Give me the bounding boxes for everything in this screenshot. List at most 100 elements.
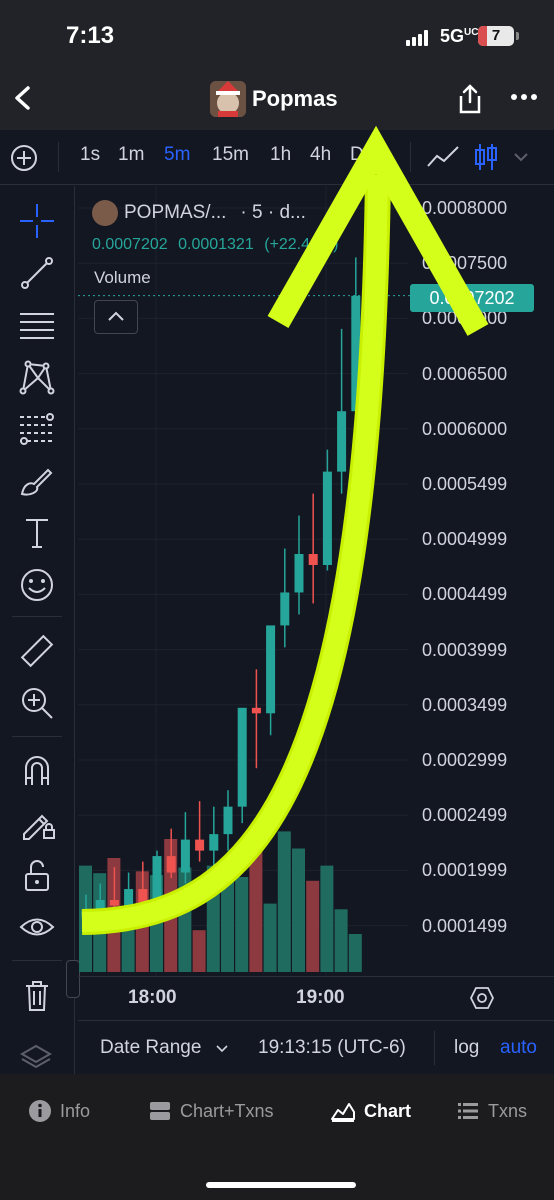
drawing-toolbar xyxy=(0,186,75,1074)
tab-info[interactable]: Info xyxy=(28,1098,90,1124)
candle-body xyxy=(266,625,276,714)
volume-bar xyxy=(221,859,234,972)
share-icon[interactable] xyxy=(456,84,484,114)
unlock-icon[interactable] xyxy=(18,856,56,894)
interval-1h[interactable]: 1h xyxy=(270,144,291,166)
tab-chart[interactable]: Chart xyxy=(330,1098,411,1124)
back-icon[interactable] xyxy=(10,84,38,112)
price-axis-label: 0.0008000 xyxy=(422,198,508,218)
interval-4h[interactable]: 4h xyxy=(310,144,331,166)
trend-line-icon[interactable] xyxy=(18,254,56,292)
time-label: 19:00 xyxy=(296,987,345,1008)
chevron-up-icon xyxy=(108,311,124,321)
volume-bar xyxy=(334,909,348,972)
fib-icon[interactable] xyxy=(18,410,56,448)
volume-bar xyxy=(206,865,220,972)
nav-bar: Popmas xyxy=(0,70,554,130)
candle-body xyxy=(124,889,134,906)
candle-body xyxy=(223,806,233,835)
token-header: Popmas xyxy=(210,80,338,118)
price-axis-label: 0.0004999 xyxy=(422,529,508,550)
add-indicator-icon[interactable] xyxy=(10,144,38,172)
chevron-down-icon[interactable] xyxy=(514,152,528,162)
interval-15m[interactable]: 15m xyxy=(212,144,249,166)
interval-5m[interactable]: 5m xyxy=(164,144,190,166)
trash-icon[interactable] xyxy=(18,976,56,1014)
volume-bar xyxy=(306,880,320,972)
candle-body xyxy=(95,900,105,912)
price-axis-label: 0.0004499 xyxy=(422,584,508,605)
interval-d[interactable]: D xyxy=(350,144,364,166)
chart-txns-icon xyxy=(150,1102,170,1120)
token-avatar xyxy=(210,81,246,117)
layers-icon[interactable] xyxy=(20,1044,52,1070)
interval-1m[interactable]: 1m xyxy=(118,144,144,166)
volume-bar xyxy=(249,842,263,972)
tab-label: Info xyxy=(60,1100,91,1121)
network-type: 5GUC xyxy=(440,26,479,46)
candle-body xyxy=(152,856,162,903)
chart-bottom-bar: Date Range 19:13:15 (UTC-6) log auto xyxy=(78,1020,554,1075)
battery-level: 7 xyxy=(491,27,501,44)
volume-bar xyxy=(263,903,277,972)
eye-icon[interactable] xyxy=(18,908,56,946)
volume-bar xyxy=(235,877,249,972)
price-axis-label: 0.0006500 xyxy=(422,363,508,384)
tab-txns[interactable]: Txns xyxy=(456,1098,527,1124)
candle-body xyxy=(308,554,318,565)
tab-label: Chart xyxy=(364,1100,412,1121)
tab-chart-txns[interactable]: Chart+Txns xyxy=(148,1098,274,1124)
candle-body xyxy=(81,911,91,917)
magnet-icon[interactable] xyxy=(18,752,56,790)
log-scale-toggle[interactable]: log xyxy=(454,1037,479,1059)
price-axis-label: 0.0007500 xyxy=(422,253,508,274)
crosshair-icon[interactable] xyxy=(18,202,56,240)
interval-1s[interactable]: 1s xyxy=(80,144,100,166)
tab-label: Txns xyxy=(488,1100,528,1121)
date-range-button[interactable]: Date Range xyxy=(100,1037,201,1059)
candle-body xyxy=(351,295,361,412)
legend-interval: · 5 · d... xyxy=(240,202,306,223)
candle-body xyxy=(237,707,247,807)
legend-values: 0.0007202 0.0001321 (+22.46%) xyxy=(92,236,338,254)
candle-body xyxy=(195,839,205,851)
pattern-icon[interactable] xyxy=(18,358,56,396)
price-axis-label: 0.0002999 xyxy=(422,750,508,770)
price-axis-label: 0.0006000 xyxy=(422,418,508,439)
legend-token-icon xyxy=(92,200,118,226)
chart-area-icon xyxy=(331,1103,355,1122)
auto-scale-toggle[interactable]: auto xyxy=(500,1037,537,1059)
collapse-legend-button[interactable] xyxy=(94,300,138,334)
candles-icon[interactable] xyxy=(474,142,498,172)
more-icon[interactable] xyxy=(510,92,538,102)
volume-bar xyxy=(192,930,206,972)
emoji-icon[interactable] xyxy=(18,566,56,604)
price-axis-label: 0.0003499 xyxy=(422,694,508,715)
volume-bar xyxy=(320,865,334,972)
ruler-icon[interactable] xyxy=(18,632,56,670)
volume-label: Volume xyxy=(94,268,151,287)
volume-bar xyxy=(292,848,305,972)
legend-change: 0.0001321 xyxy=(178,236,254,253)
tab-label: Chart+Txns xyxy=(180,1100,274,1121)
timezone-clock[interactable]: 19:13:15 (UTC-6) xyxy=(258,1037,406,1059)
price-axis-label: 0.0005499 xyxy=(422,474,508,494)
candle-body xyxy=(280,592,290,626)
lock-drawing-icon[interactable] xyxy=(18,804,56,842)
candle-body xyxy=(180,839,190,873)
settings-icon[interactable] xyxy=(470,986,494,1010)
line-chart-icon[interactable] xyxy=(426,144,460,170)
horizontal-lines-icon[interactable] xyxy=(18,306,56,344)
price-axis-label: 0.0002499 xyxy=(422,805,508,826)
status-time: 7:13 xyxy=(66,22,115,49)
chart-toolbar: 1s 1m 5m 15m 1h 4h D xyxy=(0,130,554,185)
list-icon xyxy=(458,1103,478,1119)
text-icon[interactable] xyxy=(18,514,56,552)
candle-body xyxy=(294,554,304,593)
candle-body xyxy=(109,900,119,906)
zoom-in-icon[interactable] xyxy=(18,684,56,722)
legend-change-pct: (+22.46%) xyxy=(264,236,339,253)
page-title: Popmas xyxy=(252,86,338,111)
brush-icon[interactable] xyxy=(18,462,56,500)
battery-icon: 7 xyxy=(478,26,514,46)
